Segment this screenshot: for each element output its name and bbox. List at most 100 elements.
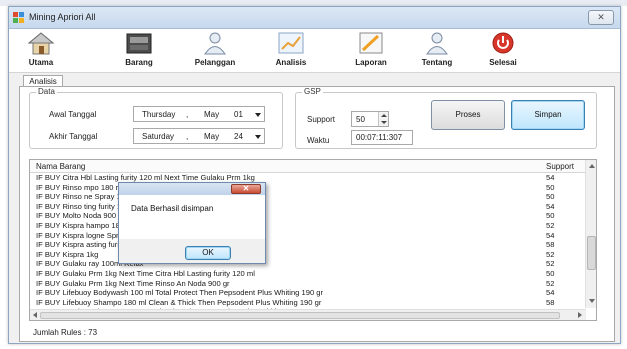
table-row[interactable]: IF BUY Gulaku ray 100ml Relax 52 — [30, 259, 586, 269]
awal-label: Awal Tanggal — [49, 110, 97, 119]
menu-utama[interactable]: Utama — [11, 31, 71, 71]
chevron-up-icon[interactable] — [381, 114, 387, 117]
scroll-thumb[interactable] — [587, 236, 596, 270]
table-row[interactable]: IF BUY Rinso ting furity 120 ml 54 — [30, 202, 586, 212]
scroll-thumb[interactable] — [40, 312, 560, 319]
toolbar: Utama Barang Pelanggan Analisis Laporan … — [9, 29, 620, 73]
row-support: 58 — [546, 297, 555, 307]
column-header-support[interactable]: Support — [546, 162, 574, 171]
table-row[interactable]: IF BUY Gulaku Prm 1kg Next Time Citra Hb… — [30, 269, 586, 279]
row-support: 54 — [546, 230, 555, 240]
vertical-scrollbar[interactable] — [585, 160, 596, 308]
awal-date-picker[interactable]: Thursday , May 01 — [133, 106, 265, 122]
simpan-button[interactable]: Simpan — [511, 100, 585, 130]
row-support: 54 — [546, 173, 555, 182]
row-support: 52 — [546, 249, 555, 259]
power-icon — [492, 32, 514, 54]
row-support: 52 — [546, 259, 555, 269]
rules-table[interactable]: Nama Barang Support IF BUY Citra Hbl Las… — [29, 159, 597, 321]
akhir-date-picker[interactable]: Saturday , May 24 — [133, 128, 265, 144]
date-sep: , — [186, 110, 189, 119]
stepper-buttons[interactable] — [378, 112, 388, 126]
group-legend: Data — [36, 87, 57, 96]
row-support: 50 — [546, 268, 555, 278]
date-sep: , — [186, 132, 189, 141]
support-value: 50 — [356, 115, 365, 124]
table-row[interactable]: IF BUY Rinso mpo 180 ml Clean & Thick 50 — [30, 183, 586, 193]
support-stepper[interactable]: 50 — [351, 111, 389, 127]
akhir-label: Akhir Tanggal — [49, 132, 98, 141]
proses-button[interactable]: Proses — [431, 100, 505, 130]
waktu-label: Waktu — [307, 136, 330, 145]
menu-pelanggan[interactable]: Pelanggan — [185, 31, 245, 71]
menu-barang[interactable]: Barang — [109, 31, 169, 71]
row-support: 52 — [546, 220, 555, 230]
date-day: Thursday — [142, 110, 176, 119]
table-row[interactable]: IF BUY Kispra asting furity 120 ml 58 — [30, 240, 586, 250]
house-icon — [27, 32, 55, 55]
table-row[interactable]: IF BUY Rinso ne Spray 100ml Relax 50 — [30, 192, 586, 202]
row-support: 50 — [546, 192, 555, 202]
menu-selesai[interactable]: Selesai — [473, 31, 533, 71]
rules-count-status: Jumlah Rules : 73 — [33, 328, 97, 337]
window-close-button[interactable]: ✕ — [588, 10, 614, 25]
menu-analisis[interactable]: Analisis — [261, 31, 321, 71]
row-name: IF BUY Lifebuoy Shampo 180 ml Clean & Th… — [36, 297, 322, 307]
scroll-right-icon[interactable] — [578, 312, 582, 318]
chevron-down-icon[interactable] — [255, 135, 261, 139]
report-icon — [359, 32, 383, 54]
row-support: 58 — [546, 240, 555, 250]
chart-icon — [278, 32, 304, 54]
row-name: IF BUY Gulaku Prm 1kg Next Time Citra Hb… — [36, 268, 255, 278]
menu-label: Selesai — [489, 58, 517, 67]
table-row[interactable]: IF BUY Lifebuoy Bodywash 100 ml Total Pr… — [30, 288, 586, 298]
table-header: Nama Barang Support — [30, 160, 586, 173]
menu-label: Barang — [125, 58, 153, 67]
dialog-title-bar: ✕ — [119, 183, 265, 195]
horizontal-scrollbar[interactable] — [30, 309, 586, 320]
rules-label: Jumlah Rules : — [33, 328, 86, 337]
column-header-name[interactable]: Nama Barang — [36, 162, 85, 171]
window-title: Mining Apriori All — [29, 12, 96, 22]
row-name: IF BUY Lifebuoy Bodywash 100 ml Total Pr… — [36, 288, 324, 298]
scroll-up-icon[interactable] — [589, 164, 595, 168]
row-support: 52 — [546, 278, 555, 288]
row-name: IF BUY Kispra 1kg — [36, 249, 99, 259]
scroll-left-icon[interactable] — [33, 312, 37, 318]
row-support: 54 — [546, 201, 555, 211]
dialog-close-button[interactable]: ✕ — [231, 184, 261, 194]
table-row[interactable]: IF BUY Lifebuoy Shampo 180 ml Clean & Th… — [30, 298, 586, 308]
table-row[interactable]: IF BUY Kispra 1kg 52 — [30, 250, 586, 260]
table-body: IF BUY Citra Hbl Lasting furity 120 ml N… — [30, 173, 586, 317]
row-support: 50 — [546, 182, 555, 192]
main-window: Mining Apriori All ✕ Utama Barang Pelang… — [8, 6, 621, 344]
row-support: 50 — [546, 211, 555, 221]
message-dialog: ✕ Data Berhasil disimpan OK — [118, 182, 266, 264]
group-legend: GSP — [302, 87, 323, 96]
date-day-number: 01 — [234, 110, 243, 119]
ok-button[interactable]: OK — [185, 246, 231, 260]
box-icon — [126, 33, 152, 54]
menu-label: Laporan — [355, 58, 387, 67]
table-row[interactable]: IF BUY Kispra hampo 180 ml Clean & Thick… — [30, 221, 586, 231]
menu-laporan[interactable]: Laporan — [341, 31, 401, 71]
app-icon — [13, 12, 24, 23]
dialog-message: Data Berhasil disimpan — [131, 204, 214, 213]
table-row[interactable]: IF BUY Citra Hbl Lasting furity 120 ml N… — [30, 173, 586, 183]
date-month: May — [204, 132, 220, 141]
support-label: Support — [307, 115, 336, 124]
rules-count: 73 — [88, 328, 98, 337]
table-row[interactable]: IF BUY Gulaku Prm 1kg Next Time Rinso An… — [30, 279, 586, 289]
table-row[interactable]: IF BUY Molto Noda 900 gr 50 — [30, 211, 586, 221]
chevron-down-icon[interactable] — [255, 113, 261, 117]
row-name: IF BUY Molto Noda 900 gr — [36, 211, 125, 221]
waktu-field[interactable]: 00:07:11:307 — [351, 130, 413, 145]
menu-label: Utama — [28, 58, 54, 67]
row-name: IF BUY Gulaku Prm 1kg Next Time Rinso An… — [36, 278, 230, 288]
row-support: 54 — [546, 288, 555, 298]
table-row[interactable]: IF BUY Kispra logne Spray 100ml Relax 54 — [30, 231, 586, 241]
chevron-down-icon[interactable] — [381, 121, 387, 124]
dialog-body — [119, 195, 265, 239]
menu-tentang[interactable]: Tentang — [407, 31, 467, 71]
scroll-down-icon[interactable] — [589, 299, 595, 303]
